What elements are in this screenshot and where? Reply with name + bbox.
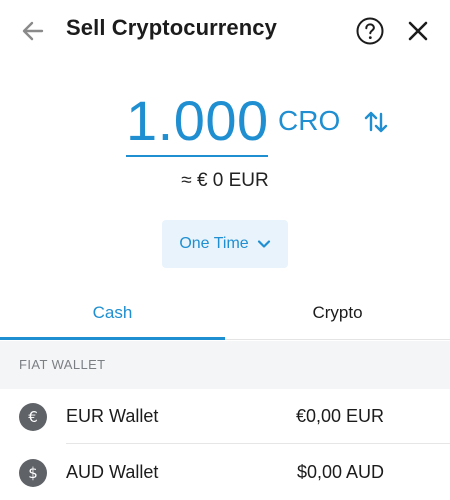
wallet-balance: $0,00 AUD	[296, 462, 384, 482]
dollar-icon: $	[19, 459, 47, 487]
arrow-left-icon[interactable]	[18, 16, 48, 46]
section-header: FIAT WALLET	[0, 341, 450, 389]
amount-section: 1.000 CRO	[0, 85, 450, 165]
swap-vertical-icon[interactable]	[362, 108, 390, 136]
page-title: Sell Cryptocurrency	[66, 15, 277, 40]
question-circle-icon[interactable]	[355, 16, 385, 46]
tab-divider	[225, 339, 450, 340]
fiat-estimate: ≈ € 0 EUR	[181, 170, 269, 191]
amount-input[interactable]: 1.000	[126, 85, 268, 157]
tab-crypto[interactable]: Crypto	[225, 293, 450, 339]
row-divider	[66, 443, 450, 444]
tab-active-indicator	[0, 337, 225, 340]
wallet-row-aud[interactable]: $ AUD Wallet $0,00 AUD	[0, 445, 450, 500]
amount-underline	[126, 155, 268, 157]
top-bar: Sell Cryptocurrency	[0, 0, 450, 62]
close-icon[interactable]	[404, 17, 432, 45]
currency-label: CRO	[278, 105, 341, 136]
wallet-name: AUD Wallet	[66, 462, 159, 482]
wallet-row-eur[interactable]: € EUR Wallet €0,00 EUR	[0, 389, 450, 445]
section-title: FIAT WALLET	[19, 357, 106, 372]
frequency-label: One Time	[179, 235, 249, 252]
wallet-balance: €0,00 EUR	[295, 406, 384, 426]
frequency-dropdown[interactable]: One Time	[162, 220, 288, 268]
wallet-name: EUR Wallet	[66, 406, 159, 426]
chevron-down-icon	[257, 240, 270, 248]
euro-icon: €	[19, 403, 47, 431]
tab-cash[interactable]: Cash	[0, 293, 225, 339]
tab-bar: Cash Crypto	[0, 293, 450, 341]
